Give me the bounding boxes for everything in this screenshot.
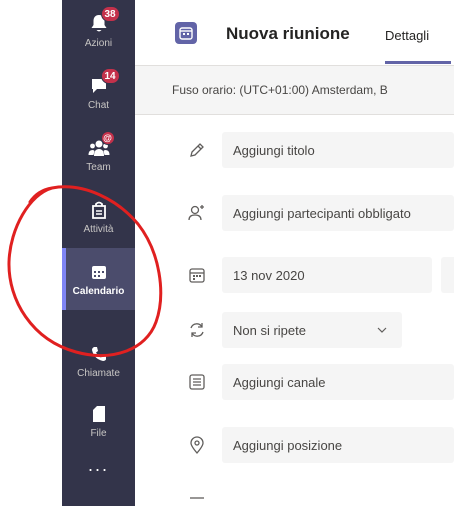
mention-badge: @ — [100, 131, 115, 145]
rail-item-team[interactable]: @ Team — [62, 124, 135, 186]
rail-item-calendario[interactable]: Calendario — [62, 248, 135, 310]
calendar-icon — [187, 265, 207, 285]
tab-dettagli[interactable]: Dettagli — [385, 28, 429, 43]
assignments-icon — [87, 199, 111, 221]
chat-badge: 14 — [100, 68, 120, 84]
calendar-icon — [175, 22, 197, 44]
rail-item-label: Attività — [83, 224, 114, 235]
chevron-down-icon — [376, 324, 388, 336]
next-row-partial — [135, 485, 454, 506]
location-row: Aggiungi posizione — [135, 420, 454, 470]
rail-item-chat[interactable]: 14 Chat — [62, 62, 135, 124]
app-rail: 38 Azioni 14 Chat @ Team Attività Calend… — [62, 0, 135, 506]
calendar-icon — [87, 261, 111, 283]
file-icon — [87, 403, 111, 425]
rail-item-label: Calendario — [72, 286, 125, 297]
repeat-value: Non si ripete — [233, 322, 306, 338]
timezone-bar: Fuso orario: (UTC+01:00) Amsterdam, B — [135, 66, 454, 115]
rail-item-azioni[interactable]: 38 Azioni — [62, 0, 135, 62]
start-date-picker[interactable]: 13 nov 2020 — [222, 257, 432, 293]
repeat-icon — [187, 320, 207, 340]
title-input[interactable]: Aggiungi titolo — [222, 132, 454, 168]
rail-item-label: Team — [86, 162, 111, 173]
pencil-icon — [187, 140, 207, 160]
channel-icon — [187, 372, 207, 392]
meeting-header: Nuova riunione Dettagli — [135, 0, 454, 66]
bell-icon: 38 — [87, 6, 120, 35]
rail-item-label: Chat — [87, 100, 110, 111]
rail-item-chiamate[interactable]: Chiamate — [62, 330, 135, 392]
location-input[interactable]: Aggiungi posizione — [222, 427, 454, 463]
phone-icon — [87, 343, 111, 365]
add-person-icon — [187, 203, 207, 223]
location-pin-icon — [187, 435, 207, 455]
activity-badge: 38 — [100, 6, 120, 22]
rail-item-label: Azioni — [84, 38, 113, 49]
more-apps-button[interactable]: ... — [62, 455, 135, 476]
active-tab-indicator — [385, 61, 451, 64]
page-title: Nuova riunione — [226, 24, 350, 43]
timezone-selector[interactable]: Fuso orario: (UTC+01:00) Amsterdam, B — [172, 83, 388, 97]
start-time-picker[interactable] — [441, 257, 454, 293]
rail-item-attivita[interactable]: Attività — [62, 186, 135, 248]
attendees-input[interactable]: Aggiungi partecipanti obbligato — [222, 195, 454, 231]
rail-item-label: File — [90, 428, 107, 439]
attendees-row: Aggiungi partecipanti obbligato — [135, 188, 454, 238]
title-row: Aggiungi titolo — [135, 125, 454, 175]
details-icon — [187, 495, 207, 506]
chat-icon: 14 — [87, 68, 120, 97]
rail-item-label: Chiamate — [77, 368, 120, 379]
team-icon: @ — [87, 131, 115, 159]
repeat-row: Non si ripete — [135, 305, 454, 355]
rail-item-file[interactable]: File — [62, 390, 135, 452]
repeat-dropdown[interactable]: Non si ripete — [222, 312, 402, 348]
date-row: 13 nov 2020 — [135, 250, 454, 300]
channel-input[interactable]: Aggiungi canale — [222, 364, 454, 400]
channel-row: Aggiungi canale — [135, 357, 454, 407]
